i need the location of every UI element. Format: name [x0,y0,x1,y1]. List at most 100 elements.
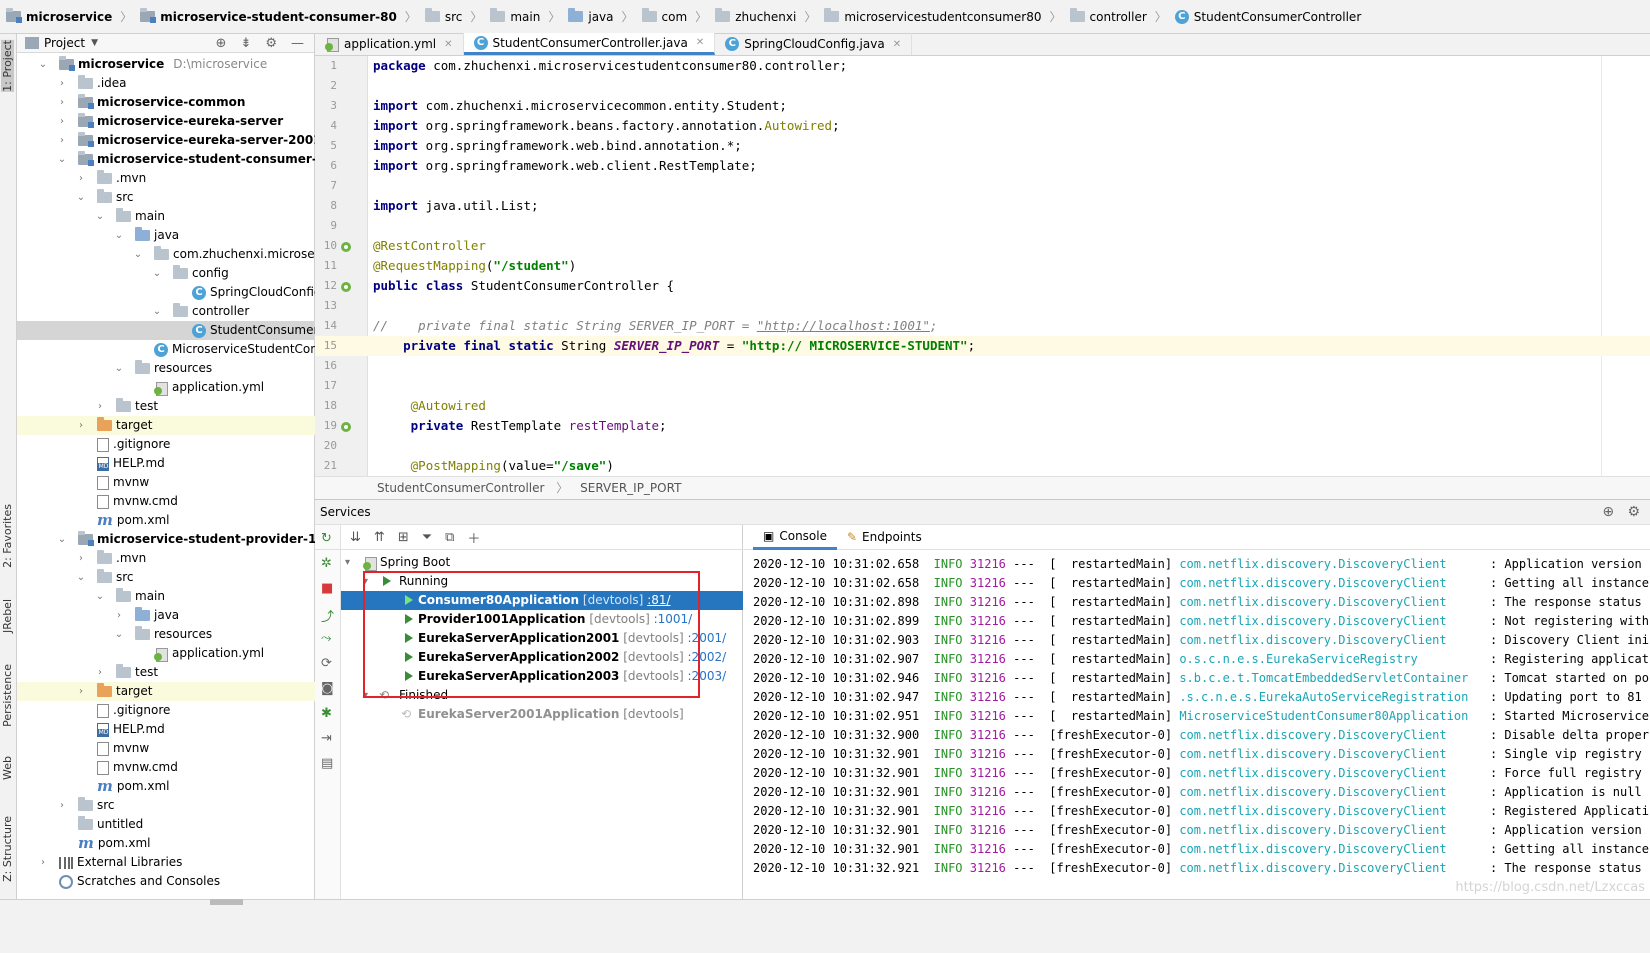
expand-all-icon[interactable]: ⇊ [350,530,361,545]
spring-bean-icon[interactable] [340,279,352,292]
stop-icon[interactable]: ■ [321,581,333,596]
web-toolwindow-button[interactable]: Web [1,756,14,780]
service-row[interactable]: Provider1001Application [devtools] :1001… [341,610,743,629]
code-line[interactable]: 19 private RestTemplate restTemplate; [315,416,1650,436]
tree-row[interactable]: .gitignore [17,435,315,454]
restart-icon[interactable]: ⟳ [321,656,332,671]
chevron-down-icon[interactable]: ⌄ [114,625,124,644]
service-row[interactable]: EurekaServerApplication2003 [devtools] :… [341,667,743,686]
chevron-down-icon[interactable]: ⌄ [152,302,162,321]
tree-row[interactable]: mvnw [17,739,315,758]
chevron-down-icon[interactable]: ⌄ [57,530,67,549]
code-line[interactable]: 4 import org.springframework.beans.factor… [315,116,1650,136]
debug-icon[interactable]: ✲ [321,556,332,571]
tree-row[interactable]: › microservice-eureka-server-2001 [17,131,315,150]
service-port-link[interactable]: :2003/ [688,669,727,683]
tree-row[interactable]: ⌄ controller [17,302,315,321]
editor-breadcrumb-field[interactable]: SERVER_IP_PORT [580,481,681,495]
tree-row[interactable]: › .idea [17,74,315,93]
code-line[interactable]: 8 import java.util.List; [315,196,1650,216]
tree-row[interactable]: ⌄ microservice-student-consumer-80 [17,150,315,169]
chevron-down-icon[interactable]: ⌄ [114,359,124,378]
tab-endpoints[interactable]: ✎ Endpoints [837,525,932,550]
tree-row[interactable]: m pom.xml [17,834,315,853]
favorites-toolwindow-button[interactable]: 2: Favorites [1,504,14,568]
code-line[interactable]: 2 [315,76,1650,96]
gear-icon[interactable]: ⚙ [1627,504,1640,520]
code-line[interactable]: 13 [315,296,1650,316]
nav-crumb-src[interactable]: src 〉 [424,8,491,25]
tree-row[interactable]: C StudentConsumerContr [17,321,315,340]
chevron-right-icon[interactable]: › [114,606,124,625]
chevron-right-icon[interactable]: › [57,131,67,150]
nav-crumb-zhuchenxi[interactable]: zhuchenxi 〉 [715,8,824,25]
tree-row[interactable]: ⌄ config [17,264,315,283]
close-icon[interactable]: ✕ [696,37,704,48]
code-line[interactable]: 15 private final static String SERVER_IP… [315,336,1650,356]
tree-row[interactable]: application.yml [17,644,315,663]
tree-row[interactable]: › test [17,663,315,682]
chevron-down-icon[interactable]: ⌄ [95,207,105,226]
tree-row[interactable]: m pom.xml [17,777,315,796]
tree-row[interactable]: mvnw.cmd [17,492,315,511]
running-group[interactable]: ▾ Running [341,572,743,591]
nav-crumb-class[interactable]: C StudentConsumerController [1174,9,1361,24]
close-icon[interactable]: ✕ [893,39,901,50]
code-line[interactable]: 6 import org.springframework.web.client.R… [315,156,1650,176]
nav-crumb-main[interactable]: main 〉 [490,8,568,25]
chevron-right-icon[interactable]: › [76,416,86,435]
service-row[interactable]: EurekaServerApplication2002 [devtools] :… [341,648,743,667]
hide-icon[interactable]: — [291,36,304,51]
horizontal-scrollbar[interactable] [210,899,243,905]
project-view-selector[interactable]: Project [44,36,85,50]
update-app-icon[interactable]: ⤴ [321,606,334,625]
spring-bean-icon[interactable] [340,239,352,252]
tab-application-yml[interactable]: application.yml ✕ [315,33,464,55]
tree-row[interactable]: ⌄ microservice D:\microservice [17,55,315,74]
chevron-down-icon[interactable]: ⌄ [57,150,67,169]
chevron-down-icon[interactable]: ⌄ [38,55,48,74]
close-icon[interactable]: ✕ [444,39,452,50]
service-port-link[interactable]: :2001/ [688,631,727,645]
service-row[interactable]: EurekaServerApplication2001 [devtools] :… [341,629,743,648]
tab-spring-cloud-config[interactable]: C SpringCloudConfig.java ✕ [715,33,913,55]
chevron-down-icon[interactable]: ⌄ [76,568,86,587]
tree-row[interactable]: › java [17,606,315,625]
chevron-right-icon[interactable]: › [95,663,105,682]
tree-row[interactable]: › External Libraries [17,853,315,872]
tree-row[interactable]: application.yml [17,378,315,397]
chevron-right-icon[interactable]: › [57,112,67,131]
code-line[interactable]: 5 import org.springframework.web.bind.ann… [315,136,1650,156]
tree-row[interactable]: ⌄ resources [17,359,315,378]
tree-row[interactable]: › microservice-eureka-server [17,112,315,131]
chevron-right-icon[interactable]: › [38,853,48,872]
tree-row[interactable]: ⌄ resources [17,625,315,644]
tree-row[interactable]: ⌄ microservice-student-provider-1001 [17,530,315,549]
group-by-icon[interactable]: ⊞ [398,530,409,545]
tree-row[interactable]: › target [17,416,315,435]
nav-crumb-project[interactable]: microservice 〉 [6,8,140,25]
spring-bean-icon[interactable] [340,419,352,432]
code-line[interactable]: 9 [315,216,1650,236]
rebel-debug-icon[interactable]: ⤳ [321,631,331,646]
tree-row[interactable]: HELP.md [17,720,315,739]
tree-row[interactable]: › .mvn [17,169,315,188]
code-line[interactable]: 14 // private final static String SERVER_… [315,316,1650,336]
settings-bug-icon[interactable]: ✱ [321,706,332,721]
service-port-link[interactable]: :2002/ [688,650,727,664]
gear-icon[interactable]: ⚙ [265,36,277,51]
tree-row[interactable]: mvnw [17,473,315,492]
tree-row[interactable]: ⌄ java [17,226,315,245]
exit-icon[interactable]: ⇥ [321,731,332,746]
camera-icon[interactable]: ◙ [321,681,334,696]
code-line[interactable]: 16 [315,356,1650,376]
spring-boot-group[interactable]: ▾ Spring Boot [341,553,743,572]
chevron-down-icon[interactable]: ⌄ [133,245,143,264]
code-line[interactable]: 18 @Autowired [315,396,1650,416]
code-line[interactable]: 10 @RestController [315,236,1650,256]
tree-row[interactable]: › test [17,397,315,416]
nav-crumb-java[interactable]: java 〉 [568,8,641,25]
finished-service-row[interactable]: ⟲ EurekaServer2001Application [devtools] [341,705,743,724]
code-line[interactable]: 12 public class StudentConsumerController… [315,276,1650,296]
tree-row[interactable]: ⌄ com.zhuchenxi.microservicestu [17,245,315,264]
